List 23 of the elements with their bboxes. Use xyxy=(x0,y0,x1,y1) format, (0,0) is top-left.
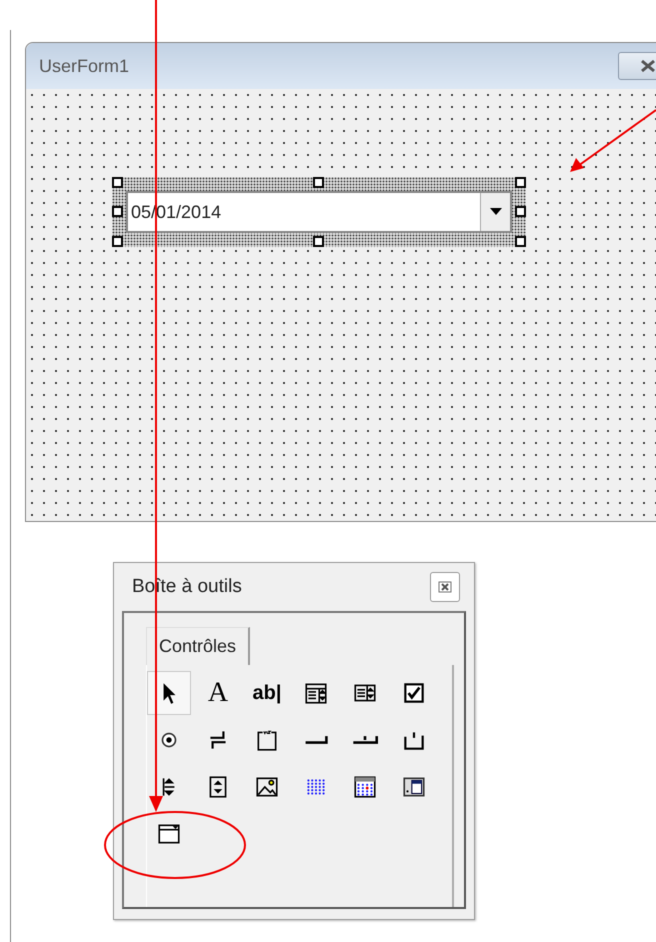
tool-button[interactable]: ab| xyxy=(245,671,289,715)
resize-handle[interactable] xyxy=(313,177,324,188)
dropdown-button[interactable] xyxy=(480,193,510,231)
close-icon xyxy=(638,59,656,73)
toolbox-tab[interactable]: Contrôles xyxy=(146,627,250,665)
resize-handle[interactable] xyxy=(112,236,123,247)
resize-handle[interactable] xyxy=(515,236,526,247)
resize-handle[interactable] xyxy=(515,177,526,188)
resize-handle[interactable] xyxy=(515,206,526,217)
tab-shape-icon xyxy=(352,734,378,746)
resize-handle[interactable] xyxy=(112,206,123,217)
tool-button[interactable] xyxy=(147,671,191,715)
tool-glyph: ab| xyxy=(252,683,282,703)
tool-glyph: A xyxy=(208,679,228,707)
resize-handle[interactable] xyxy=(112,177,123,188)
close-button[interactable] xyxy=(430,572,460,602)
caret-icon xyxy=(490,208,502,216)
calendar-icon xyxy=(352,774,378,800)
close-icon xyxy=(438,581,452,593)
button-shape-icon xyxy=(303,734,329,746)
tool-button[interactable]: A xyxy=(196,671,240,715)
resize-handle[interactable] xyxy=(313,236,324,247)
window-title: UserForm1 xyxy=(39,54,130,78)
